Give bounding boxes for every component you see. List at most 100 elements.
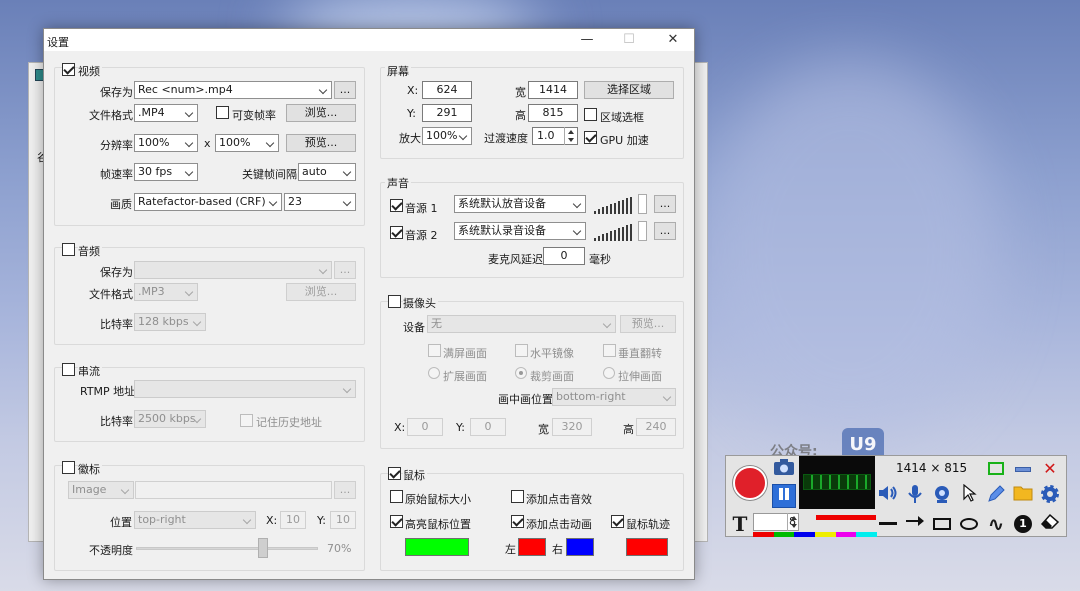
resolution-height-select[interactable]: 100% (215, 134, 279, 152)
mic-delay-input[interactable]: 0 (543, 247, 585, 265)
speaker-button[interactable] (876, 484, 900, 508)
stream-bitrate-select[interactable]: 2500 kbps (134, 410, 206, 428)
source2-settings-button[interactable]: ... (654, 222, 676, 240)
audio-browse-dots-button[interactable]: ... (334, 261, 356, 279)
color-palette[interactable] (753, 532, 878, 537)
source1-settings-button[interactable]: ... (654, 195, 676, 213)
save-as-browse-button[interactable]: ... (334, 81, 356, 99)
fps-select[interactable]: 30 fps (134, 163, 198, 181)
camera-y-input[interactable]: 0 (470, 418, 506, 436)
microphone-button[interactable] (903, 484, 927, 508)
screen-y-input[interactable]: 291 (422, 104, 472, 122)
vfr-checkbox[interactable] (216, 106, 229, 119)
freehand-tool-button[interactable]: ∿ (984, 512, 1008, 536)
history-checkbox[interactable] (240, 414, 253, 427)
click-sound-checkbox[interactable] (511, 490, 524, 503)
camera-checkbox[interactable] (388, 295, 401, 308)
preview-button[interactable]: 预览... (286, 134, 356, 152)
highlight-checkbox[interactable] (390, 515, 403, 528)
watermark-checkbox[interactable] (62, 461, 75, 474)
trail-checkbox[interactable] (611, 515, 624, 528)
record-button[interactable] (733, 466, 767, 500)
settings-button[interactable] (1038, 484, 1062, 508)
screen-x-input[interactable]: 624 (422, 81, 472, 99)
audio-browse-button[interactable]: 浏览... (286, 283, 356, 301)
number-tool-button[interactable]: 1 (1011, 512, 1035, 536)
eraser-tool-button[interactable] (1038, 512, 1062, 536)
open-folder-button[interactable] (1011, 484, 1035, 508)
source2-volume-thumb[interactable] (638, 221, 647, 241)
audio-checkbox[interactable] (62, 243, 75, 256)
source1-select[interactable]: 系统默认放音设备 (454, 195, 586, 213)
crop-radio[interactable] (515, 367, 527, 379)
highlight-color-swatch[interactable] (405, 538, 469, 556)
right-click-color-swatch[interactable] (566, 538, 594, 556)
webcam-button[interactable] (930, 484, 954, 508)
close-toolbar-button[interactable]: ✕ (1038, 457, 1062, 481)
browse-button[interactable]: 浏览... (286, 104, 356, 122)
trail-color-swatch[interactable] (626, 538, 668, 556)
watermark-type-select[interactable]: Image (68, 481, 134, 499)
pen-tool-button[interactable] (984, 484, 1008, 508)
audio-bitrate-select[interactable]: 128 kbps (134, 313, 206, 331)
maximize-button[interactable]: ☐ (614, 31, 644, 49)
fullscreen-checkbox[interactable] (428, 344, 441, 357)
select-region-button[interactable]: 选择区域 (584, 81, 674, 99)
source2-select[interactable]: 系统默认录音设备 (454, 222, 586, 240)
orig-size-checkbox[interactable] (390, 490, 403, 503)
audio-format-select[interactable]: .MP3 (134, 283, 198, 301)
pen-size-spinner[interactable] (787, 513, 799, 531)
camera-w-input[interactable]: 320 (552, 418, 592, 436)
camera-x-input[interactable]: 0 (407, 418, 443, 436)
rtmp-select[interactable] (134, 380, 356, 398)
camera-device-select[interactable]: 无 (427, 315, 616, 333)
format-select[interactable]: .MP4 (134, 104, 198, 122)
arrow-tool-button[interactable] (903, 512, 927, 536)
opacity-slider-track[interactable] (136, 547, 318, 550)
pause-button[interactable] (772, 484, 796, 508)
mouse-checkbox[interactable] (388, 467, 401, 480)
stretch-radio[interactable] (603, 367, 615, 379)
stream-checkbox[interactable] (62, 363, 75, 376)
gpu-checkbox[interactable] (584, 131, 597, 144)
screenshot-button[interactable] (772, 458, 796, 482)
hmirror-checkbox[interactable] (515, 344, 528, 357)
ellipse-tool-button[interactable] (957, 512, 981, 536)
watermark-y-input[interactable]: 10 (330, 511, 356, 529)
watermark-browse-button[interactable]: ... (334, 481, 356, 499)
zoom-select[interactable]: 100% (422, 127, 472, 145)
left-click-color-swatch[interactable] (518, 538, 546, 556)
cursor-tool-button[interactable] (957, 483, 981, 508)
region-box-checkbox[interactable] (584, 108, 597, 121)
screen-h-input[interactable]: 815 (528, 104, 578, 122)
watermark-position-select[interactable]: top-right (134, 511, 256, 529)
expand-radio[interactable] (428, 367, 440, 379)
video-checkbox[interactable] (62, 63, 75, 76)
resolution-width-select[interactable]: 100% (134, 134, 198, 152)
transition-speed-spinner[interactable] (564, 127, 576, 145)
audio-save-as-select[interactable] (134, 261, 332, 279)
opacity-slider-thumb[interactable] (258, 538, 269, 558)
quality-mode-select[interactable]: Ratefactor-based (CRF) (134, 193, 282, 211)
line-tool-button[interactable] (876, 512, 900, 536)
watermark-path-input[interactable] (135, 481, 332, 499)
source1-volume-thumb[interactable] (638, 194, 647, 214)
save-as-select[interactable]: Rec <num>.mp4 (134, 81, 332, 99)
keyint-select[interactable]: auto (298, 163, 356, 181)
vflip-checkbox[interactable] (603, 344, 616, 357)
region-button[interactable] (984, 457, 1008, 481)
pip-select[interactable]: bottom-right (552, 388, 676, 406)
source2-checkbox[interactable] (390, 226, 403, 239)
source1-checkbox[interactable] (390, 199, 403, 212)
text-tool-button[interactable]: T (728, 512, 752, 536)
quality-value-select[interactable]: 23 (284, 193, 356, 211)
watermark-x-input[interactable]: 10 (280, 511, 306, 529)
close-button[interactable]: ✕ (658, 31, 688, 49)
camera-h-input[interactable]: 240 (636, 418, 676, 436)
screen-w-input[interactable]: 1414 (528, 81, 578, 99)
rectangle-tool-button[interactable] (930, 512, 954, 536)
minimize-toolbar-button[interactable] (1011, 457, 1035, 481)
minimize-button[interactable]: — (572, 31, 602, 49)
camera-preview-button[interactable]: 预览... (620, 315, 676, 333)
click-anim-checkbox[interactable] (511, 515, 524, 528)
